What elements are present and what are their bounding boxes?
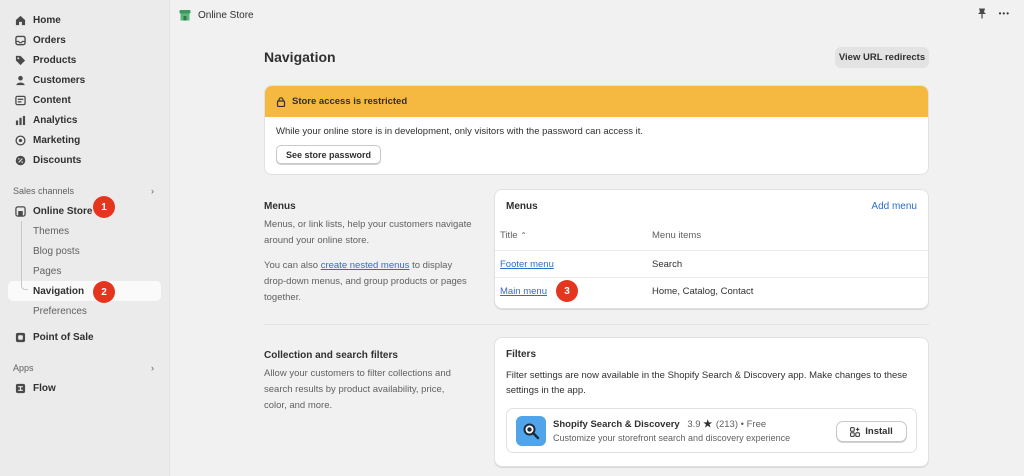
sidebar-item-label: Analytics <box>33 114 78 126</box>
sidebar-item-label: Products <box>33 54 77 66</box>
menu-items-column-header: Menu items <box>652 229 702 241</box>
sidebar-item-flow[interactable]: Flow <box>0 378 169 398</box>
sidebar-item-label: Discounts <box>33 154 82 166</box>
sidebar-item-home[interactable]: Home <box>0 10 169 30</box>
sidebar-item-content[interactable]: Content <box>0 90 169 110</box>
pin-icon[interactable] <box>977 8 987 19</box>
star-icon: ★ <box>703 418 713 430</box>
sidebar-item-label: Customers <box>33 74 86 86</box>
app-description: Customize your storefront search and dis… <box>553 432 791 443</box>
sort-icon: ⌃ <box>520 230 527 240</box>
install-button[interactable]: Install <box>836 421 907 442</box>
filters-card-text: Filter settings are now available in the… <box>506 370 908 396</box>
pos-icon <box>15 332 26 343</box>
apps-icon <box>850 426 861 437</box>
sidebar-item-products[interactable]: Products <box>0 50 169 70</box>
tag-icon <box>15 55 26 66</box>
filters-section-desc: Allow your customers to filter collectio… <box>264 368 451 411</box>
topbar-title: Online Store <box>198 9 254 21</box>
sidebar-subitem-themes[interactable]: Themes <box>0 221 169 241</box>
inbox-icon <box>15 35 26 46</box>
sidebar-item-label: Marketing <box>33 134 81 146</box>
banner-header: Store access is restricted <box>265 86 928 117</box>
discount-icon <box>15 155 26 166</box>
sidebar-item-label: Orders <box>33 34 66 46</box>
sidebar-item-label: Point of Sale <box>33 331 94 343</box>
title-column-header[interactable]: Title ⌃ <box>495 230 652 241</box>
menus-card-title: Menus <box>506 201 538 212</box>
sidebar-subitem-preferences[interactable]: Preferences <box>0 301 169 321</box>
main-menu-link[interactable]: Main menu <box>500 286 547 297</box>
chart-icon <box>15 115 26 126</box>
footer-menu-link[interactable]: Footer menu <box>500 259 554 270</box>
view-url-redirects-button[interactable]: View URL redirects <box>835 47 929 68</box>
sidebar-item-orders[interactable]: Orders <box>0 30 169 50</box>
flow-icon <box>15 383 26 394</box>
sales-channels-header[interactable]: Sales channels › <box>0 181 169 201</box>
step-badge-2: 2 <box>93 281 115 303</box>
add-menu-link[interactable]: Add menu <box>871 201 917 220</box>
more-actions-icon[interactable]: ••• <box>999 9 1010 18</box>
store-icon <box>15 205 26 217</box>
banner-text: While your online store is in developmen… <box>276 126 643 137</box>
section-divider <box>264 324 929 325</box>
sidebar-subitem-blog-posts[interactable]: Blog posts <box>0 241 169 261</box>
restricted-access-banner: Store access is restricted While your on… <box>264 85 929 175</box>
sales-channels-label: Sales channels <box>13 186 75 196</box>
filters-card-title: Filters <box>506 349 537 360</box>
apps-header[interactable]: Apps › <box>0 358 169 378</box>
chevron-right-icon: › <box>151 363 154 373</box>
step-badge-3: 3 <box>556 280 578 302</box>
tree-branch <box>21 283 28 290</box>
content-icon <box>15 95 26 106</box>
menu-items-cell: Search <box>652 258 683 270</box>
tree-line <box>21 221 22 285</box>
app-rating: 3.9 <box>687 418 701 430</box>
home-icon <box>15 15 26 26</box>
sidebar-item-online-store[interactable]: Online Store <box>0 201 169 221</box>
filters-card: Filters Filter settings are now availabl… <box>494 337 929 467</box>
app-reviews: (213) • Free <box>715 418 767 430</box>
menus-section-desc-2: You can also create nested menus to disp… <box>264 260 467 303</box>
app-listing: Shopify Search & Discovery 3.9 ★ (213) •… <box>506 408 917 453</box>
person-icon <box>15 75 26 86</box>
online-store-icon <box>179 10 191 21</box>
lock-icon <box>276 96 286 107</box>
create-nested-menus-link[interactable]: create nested menus <box>321 260 410 271</box>
sidebar-item-customers[interactable]: Customers <box>0 70 169 90</box>
menus-section-title: Menus <box>264 201 296 212</box>
sidebar-item-marketing[interactable]: Marketing <box>0 130 169 150</box>
sidebar-item-analytics[interactable]: Analytics <box>0 110 169 130</box>
menus-section-desc: Menus, or link lists, help your customer… <box>264 219 472 246</box>
step-badge-1: 1 <box>93 196 115 218</box>
table-row: Footer menu Search <box>495 250 928 277</box>
sidebar-item-label: Content <box>33 94 71 106</box>
see-store-password-button[interactable]: See store password <box>276 145 382 164</box>
apps-label: Apps <box>13 363 34 373</box>
sidebar-item-discounts[interactable]: Discounts <box>0 150 169 170</box>
sidebar-item-label: Flow <box>33 382 56 394</box>
topbar: Online Store ••• <box>170 0 1024 30</box>
chevron-right-icon: › <box>151 186 154 196</box>
target-icon <box>15 134 26 146</box>
sidebar-item-label: Home <box>33 14 61 26</box>
menu-items-cell: Home, Catalog, Contact <box>652 285 754 297</box>
sidebar-item-point-of-sale[interactable]: Point of Sale <box>0 327 169 347</box>
table-header: Title ⌃ Menu items <box>495 220 928 250</box>
banner-title: Store access is restricted <box>292 96 408 107</box>
sidebar-subitem-pages[interactable]: Pages <box>0 261 169 281</box>
sidebar: Home Orders Products Customers Content A… <box>0 0 170 476</box>
search-discovery-app-icon <box>516 415 546 446</box>
sidebar-item-label: Online Store <box>33 205 93 217</box>
filters-section-title: Collection and search filters <box>264 350 398 361</box>
page-title: Navigation <box>264 49 336 65</box>
app-title: Shopify Search & Discovery 3.9 ★ (213) •… <box>553 418 767 430</box>
sidebar-subitem-navigation[interactable]: Navigation <box>8 281 161 301</box>
